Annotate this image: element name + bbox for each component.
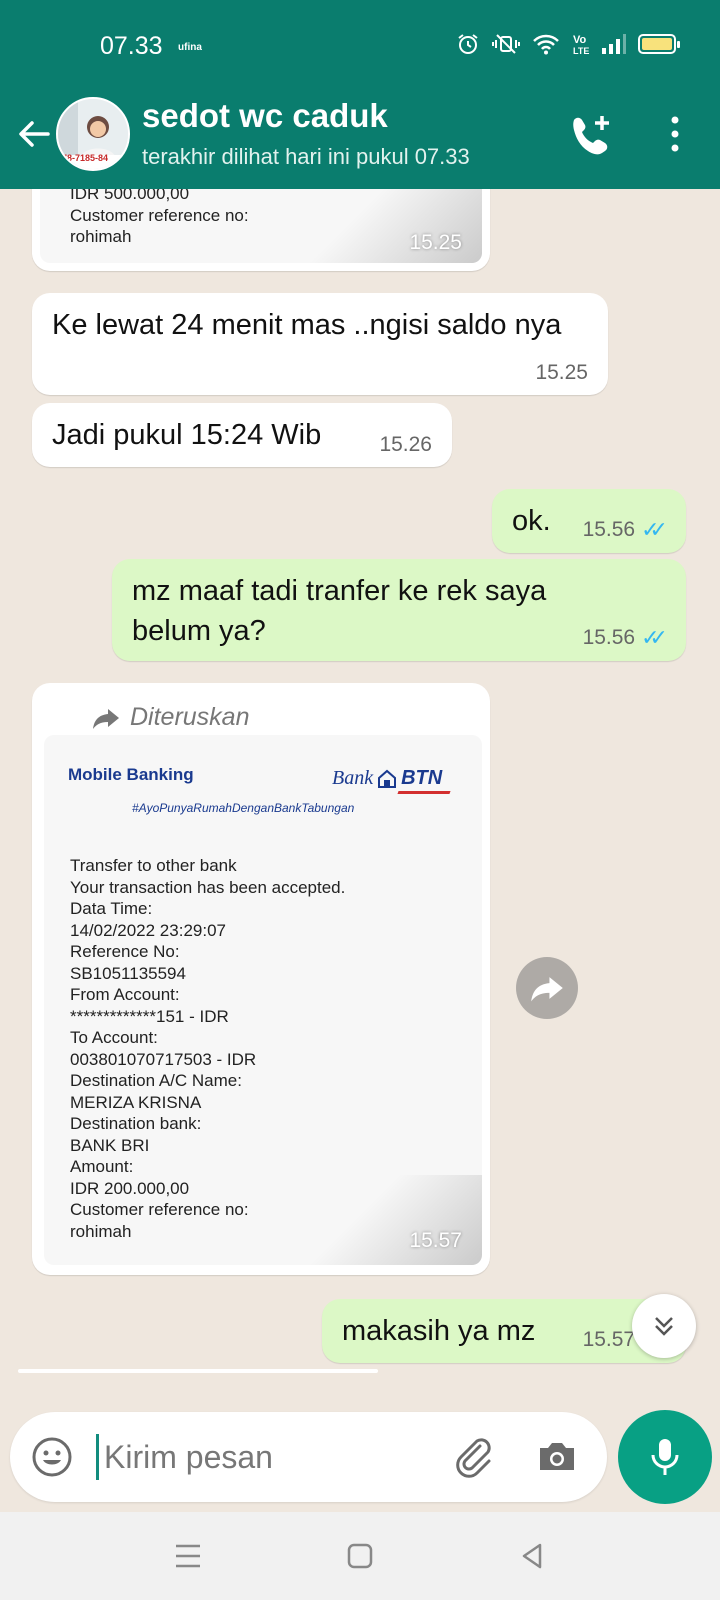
receipt-line: 14/02/2022 23:29:07 [70,920,226,940]
receipt-line: SB1051135594 [70,963,186,983]
add-call-icon[interactable] [566,110,616,160]
receipt-line: rohimah [70,227,132,246]
status-time: 07.33 [100,32,163,60]
microphone-icon [651,1439,679,1475]
read-ticks-icon: ✓✓ [641,625,668,650]
message-bubble-incoming[interactable]: Ke lewat 24 menit mas ..ngisi saldo nya … [32,293,608,395]
receipt-line: From Account: [70,985,180,1004]
signal-icon [602,34,626,54]
receipt-image[interactable]: Mobile Banking Bank BTN #AyoPunyaRumahDe… [44,735,482,1265]
message-time: 15.56 [582,518,636,541]
vibrate-icon [492,34,520,54]
battery-icon [638,34,680,54]
message-input[interactable] [104,1434,434,1480]
message-text: Ke lewat 24 menit mas ..ngisi saldo nya [52,309,562,341]
contact-name[interactable]: sedot wc caduk [142,97,388,135]
message-image-bubble-forwarded[interactable]: Diteruskan Mobile Banking Bank BTN #AyoP… [32,683,490,1275]
bank-logo-prefix: Bank [332,767,374,789]
last-seen-status: terakhir dilihat hari ini pukul 07.33 [142,144,470,169]
receipt-line: Reference No: [70,942,180,961]
message-time: 15.56 [582,626,636,649]
bank-hashtag: #AyoPunyaRumahDenganBankTabungan [132,801,355,815]
more-options-icon[interactable] [660,112,690,156]
forward-button[interactable] [516,957,578,1019]
receipt-line: Destination A/C Name: [70,1071,242,1090]
receipt-line: MERIZA KRISNA [70,1092,202,1112]
chat-header: 07.33 ufina Vo LTE 78-7185-84 sedot wc ca… [0,0,720,189]
system-navigation-bar [0,1512,720,1600]
message-text: mz maaf tadi tranfer ke rek saya belum y… [132,575,547,647]
bank-logo-name: BTN [401,767,443,789]
mobile-banking-label: Mobile Banking [68,765,194,784]
double-chevron-down-icon [655,1317,673,1336]
message-time: 15.25 [409,231,462,254]
emoji-icon[interactable] [30,1435,74,1479]
avatar-caption: 78-7185-84 [62,153,109,163]
alarm-icon [458,34,478,54]
attachment-icon[interactable] [450,1434,496,1480]
message-composer [10,1412,607,1502]
back-arrow-icon[interactable] [12,112,56,156]
read-ticks-icon: ✓✓ [641,517,668,542]
message-bubble-outgoing[interactable]: makasih ya mz 15.57 ✓✓ [322,1299,686,1363]
camera-icon[interactable] [534,1434,580,1480]
next-message-edge [18,1369,378,1373]
contact-avatar[interactable]: 78-7185-84 [56,97,130,171]
house-logo-icon [378,769,397,788]
receipt-line: Data Time: [70,899,153,918]
message-bubble-outgoing[interactable]: mz maaf tadi tranfer ke rek saya belum y… [112,559,686,661]
voice-record-button[interactable] [618,1410,712,1504]
receipt-line: BANK BRI [70,1135,150,1155]
receipt-image[interactable]: IDR 500.000,00 Customer reference no: ro… [40,189,482,263]
receipt-line: Transfer to other bank [70,856,237,875]
message-bubble-outgoing[interactable]: ok. 15.56 ✓✓ [492,489,686,553]
text-cursor [96,1434,99,1480]
receipt-line: Customer reference no: [70,205,249,225]
receipt-line: Destination bank: [70,1114,202,1133]
forward-arrow-icon [93,708,119,729]
receipt-line: Your transaction has been accepted. [70,877,346,897]
receipt-line: IDR 500.000,00 [70,189,190,203]
message-bubble-incoming[interactable]: Jadi pukul 15:24 Wib 15.26 [32,403,452,467]
message-time: 15.26 [379,433,432,456]
svg-text:LTE: LTE [573,46,589,56]
receipt-line: 003801070717503 - IDR [70,1049,257,1069]
message-image-bubble[interactable]: IDR 500.000,00 Customer reference no: ro… [32,189,490,271]
receipt-line: *************151 - IDR [70,1006,229,1026]
nav-back-icon[interactable] [512,1536,552,1576]
message-time: 15.57 [409,1229,462,1252]
status-icons: Vo LTE [456,32,680,56]
bank-logo: Bank BTN [332,767,442,790]
forward-arrow-icon [531,977,563,1002]
scroll-to-bottom-button[interactable] [632,1294,696,1358]
status-carrier-text: ufina [178,42,202,53]
forwarded-label: Diteruskan [92,703,250,732]
wifi-icon [533,34,559,55]
svg-text:Vo: Vo [573,34,587,46]
message-time: 15.57 [582,1328,636,1351]
receipt-line: To Account: [70,1028,158,1047]
forwarded-text: Diteruskan [130,703,250,731]
recent-apps-icon[interactable] [168,1536,208,1576]
home-icon[interactable] [340,1536,380,1576]
message-list[interactable]: IDR 500.000,00 Customer reference no: ro… [0,189,720,1401]
bank-logo-underline [397,791,451,794]
message-time: 15.25 [535,361,588,384]
message-text: Jadi pukul 15:24 Wib [52,419,322,451]
volte-icon: VoLTE [573,34,589,56]
